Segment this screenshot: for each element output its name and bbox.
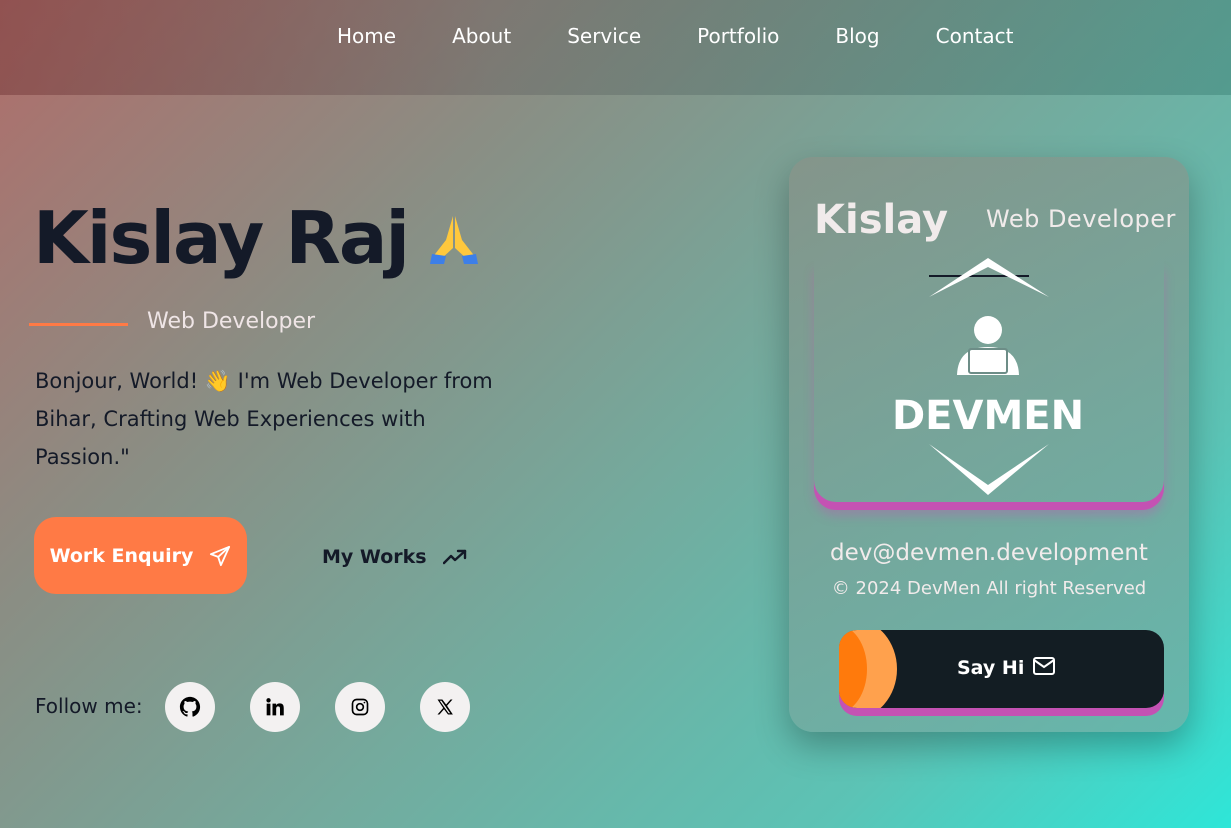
mail-icon — [1033, 657, 1055, 675]
hero-title: Kislay Raj — [33, 196, 482, 280]
say-hi-button[interactable]: Say Hi — [839, 630, 1164, 708]
praying-hands-icon — [430, 216, 479, 264]
trending-up-icon — [442, 549, 466, 565]
copyright-text: © 2024 DevMen All right Reserved — [831, 578, 1147, 599]
instagram-icon — [351, 698, 369, 716]
hero-bio: Bonjour, World! 👋 I'm Web Developer from… — [35, 369, 493, 469]
nav-menu: Home About Service Portfolio Blog Contac… — [337, 24, 1013, 48]
x-icon — [437, 699, 453, 715]
nav-home[interactable]: Home — [337, 24, 396, 48]
linkedin-button[interactable] — [250, 682, 300, 732]
card-name: Kislay — [814, 197, 949, 243]
devmen-logo-panel: DEVMEN — [814, 257, 1164, 502]
work-enquiry-label: Work Enquiry — [49, 544, 194, 567]
card-role: Web Developer — [986, 205, 1176, 233]
nav-portfolio[interactable]: Portfolio — [697, 24, 779, 48]
say-hi-label: Say Hi — [957, 657, 1025, 679]
x-button[interactable] — [420, 682, 470, 732]
role-divider — [29, 323, 128, 326]
nav-service[interactable]: Service — [567, 24, 641, 48]
hero-name-text: Kislay Raj — [33, 196, 410, 280]
contact-email: dev@devmen.development — [830, 540, 1148, 566]
profile-card: Kislay Web Developer DEVMEN dev@devmen.d… — [789, 157, 1189, 732]
devmen-logo: DEVMEN — [892, 258, 1084, 495]
send-icon — [210, 545, 231, 566]
github-button[interactable] — [165, 682, 215, 732]
my-works-label: My Works — [322, 546, 427, 568]
nav-blog[interactable]: Blog — [835, 24, 879, 48]
github-icon — [179, 696, 201, 717]
follow-label: Follow me: — [35, 694, 143, 718]
work-enquiry-button[interactable]: Work Enquiry — [34, 517, 247, 594]
nav-contact[interactable]: Contact — [936, 24, 1014, 48]
instagram-button[interactable] — [335, 682, 385, 732]
nav-about[interactable]: About — [452, 24, 511, 48]
decorative-blob — [839, 630, 897, 708]
hero-role: Web Developer — [147, 309, 316, 334]
linkedin-icon — [266, 698, 284, 716]
top-nav: Home About Service Portfolio Blog Contac… — [0, 0, 1231, 95]
devmen-logo-text: DEVMEN — [892, 393, 1084, 439]
my-works-button[interactable]: My Works — [322, 540, 467, 574]
